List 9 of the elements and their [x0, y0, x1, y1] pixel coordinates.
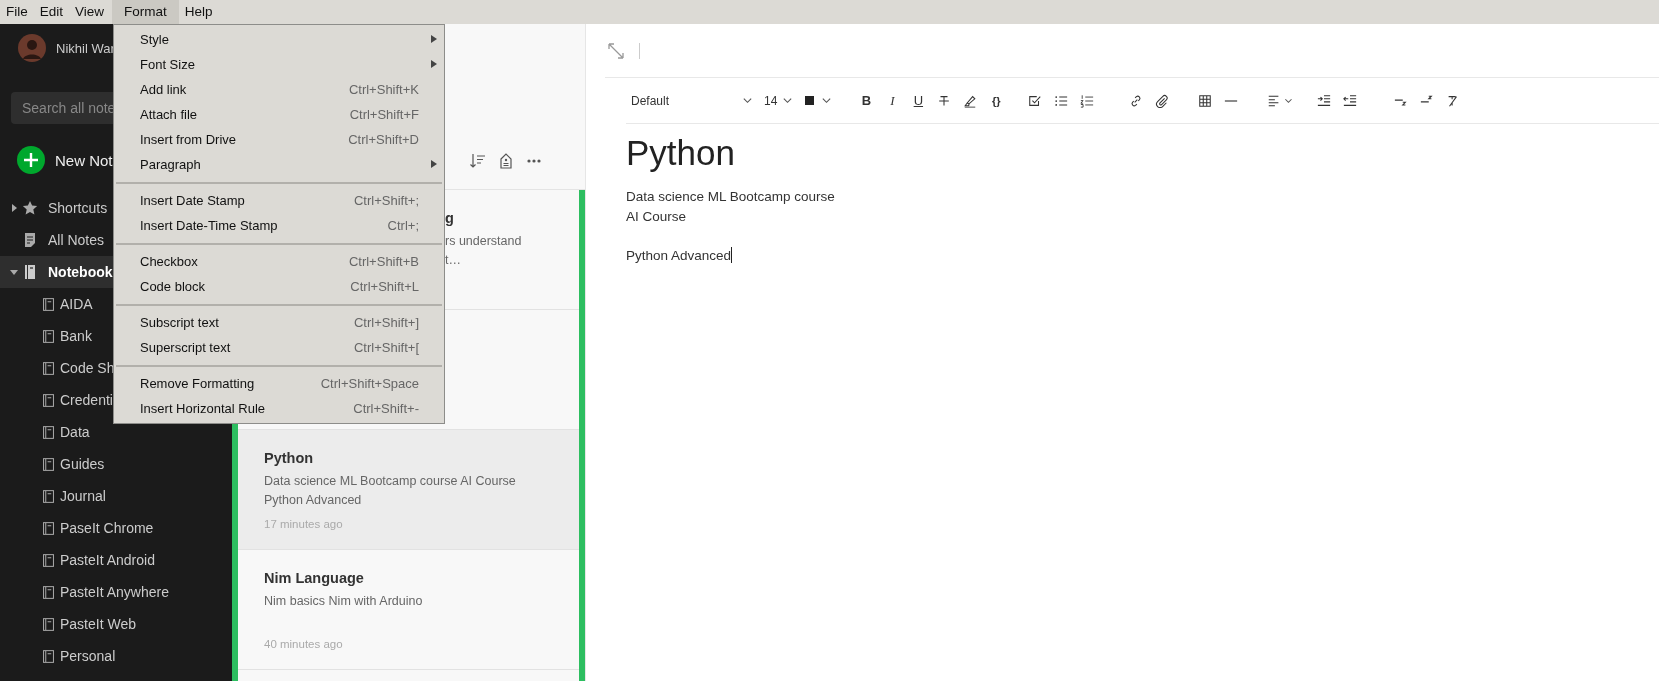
note-time: 40 minutes ago — [264, 637, 343, 652]
note-snippet: t… — [445, 252, 461, 269]
note-snippet: rs understand — [445, 233, 522, 250]
note-title: g — [445, 209, 454, 228]
note-snippet: Data science ML Bootcamp course AI Course Python Advanced — [264, 473, 517, 509]
note-time: 17 minutes ago — [264, 517, 343, 532]
note-title: Python — [264, 449, 314, 468]
note-snippet: Nim basics Nim with Arduino — [264, 593, 423, 610]
note-title: Nim Language — [264, 569, 364, 588]
